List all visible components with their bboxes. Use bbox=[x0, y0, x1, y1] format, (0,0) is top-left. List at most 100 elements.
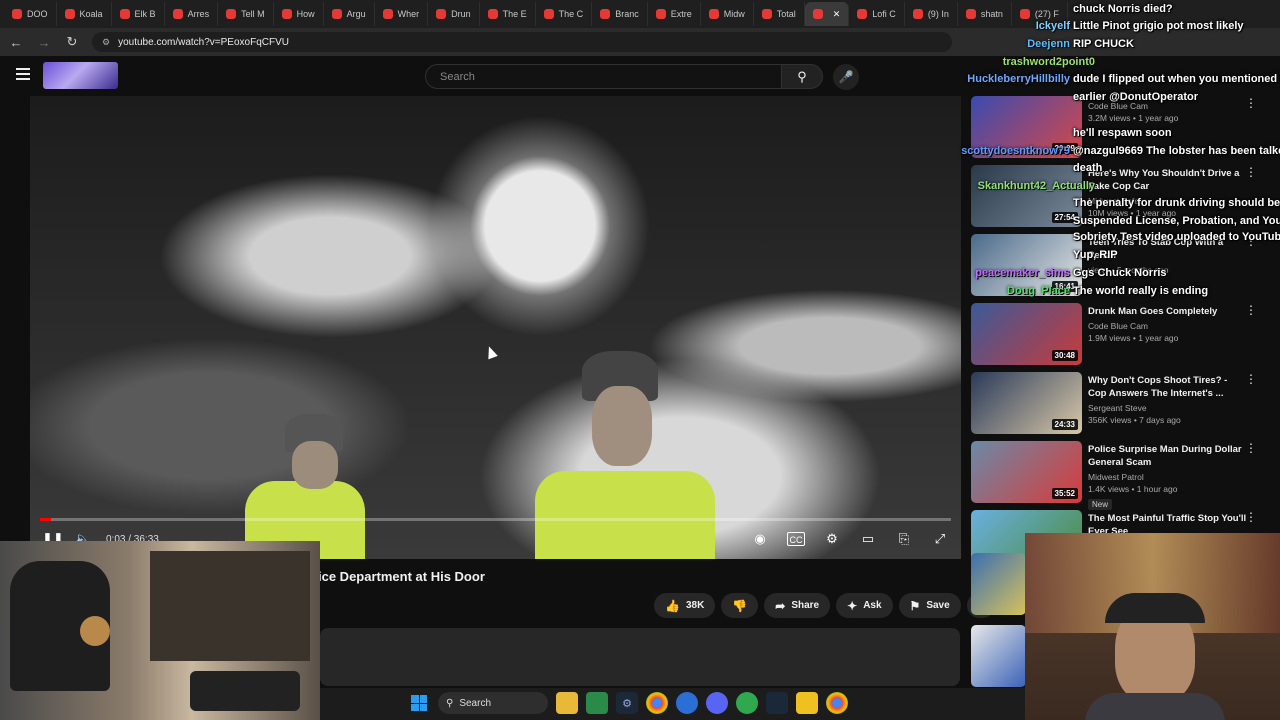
browser-tab[interactable]: Branc bbox=[592, 2, 648, 26]
tab-favicon-icon bbox=[487, 9, 498, 19]
recommendation-channel: Code Blue Cam bbox=[1088, 321, 1149, 331]
steam-icon-2[interactable] bbox=[766, 692, 788, 714]
chat-username: trashword2point0 bbox=[1002, 56, 1095, 68]
url-field[interactable]: ⚙ youtube.com/watch?v=PEoxoFqCFVU bbox=[92, 32, 952, 52]
tab-label: Argu bbox=[346, 9, 366, 19]
save-button[interactable]: ⚑ Save bbox=[898, 593, 961, 618]
chat-message: he'll respawn soon bbox=[1073, 127, 1172, 139]
tab-favicon-icon bbox=[912, 9, 923, 19]
tab-label: DOO bbox=[27, 9, 48, 19]
chat-message: death bbox=[1073, 162, 1103, 174]
chrome-icon-2[interactable] bbox=[826, 692, 848, 714]
tab-favicon-icon bbox=[543, 9, 554, 19]
browser-tab[interactable]: The C bbox=[536, 2, 593, 26]
settings-icon[interactable]: ⚙ bbox=[823, 530, 841, 548]
more-vertical-icon[interactable]: ⋮ bbox=[1245, 441, 1257, 455]
captions-icon[interactable]: CC bbox=[787, 532, 805, 546]
ask-label: Ask bbox=[863, 600, 882, 611]
windows-start-icon[interactable] bbox=[408, 692, 430, 714]
chat-message: earlier @DonutOperator bbox=[1073, 91, 1199, 103]
tab-favicon-icon bbox=[436, 9, 447, 19]
browser-tab[interactable]: Koala bbox=[57, 2, 112, 26]
reload-icon[interactable]: ↻ bbox=[64, 34, 80, 50]
browser-tab[interactable]: Total bbox=[754, 2, 805, 26]
search-button[interactable]: ⚲ bbox=[781, 64, 823, 89]
forward-icon[interactable]: → bbox=[36, 35, 52, 50]
chat-username: peacemaker_sims bbox=[975, 267, 1070, 279]
channel-logo[interactable] bbox=[43, 62, 118, 89]
browser-tab[interactable]: The E bbox=[480, 2, 536, 26]
share-button[interactable]: ➦ Share bbox=[764, 593, 831, 618]
app-icon-blue[interactable] bbox=[676, 692, 698, 714]
cast-icon[interactable]: ⎘ bbox=[895, 530, 913, 548]
dislike-button[interactable]: 👎 bbox=[721, 593, 759, 618]
terminal-icon[interactable] bbox=[586, 692, 608, 714]
site-info-icon[interactable]: ⚙ bbox=[102, 37, 110, 48]
recommendation-meta: 1.9M views • 1 year ago bbox=[1088, 333, 1179, 343]
recommendation-item[interactable]: 24:33 Why Don't Cops Shoot Tires? - Cop A… bbox=[971, 372, 1271, 434]
chat-message: Sobriety Test video uploaded to YouTube bbox=[1073, 231, 1280, 243]
recommendation-item[interactable]: 35:52 Police Surprise Man During Dollar G… bbox=[971, 441, 1271, 510]
file-explorer-icon[interactable] bbox=[556, 692, 578, 714]
fullscreen-icon[interactable]: ⤢ bbox=[931, 530, 949, 548]
video-title: ice Department at His Door bbox=[318, 569, 485, 584]
browser-tab[interactable]: Arres bbox=[165, 2, 219, 26]
video-duration: 30:48 bbox=[1051, 350, 1078, 361]
recommendation-item[interactable]: 30:48 Drunk Man Goes Completely Code Blue … bbox=[971, 303, 1271, 365]
recommendation-meta: 1.4K views • 1 hour ago bbox=[1088, 484, 1178, 494]
browser-tab[interactable]: Tell M bbox=[218, 2, 274, 26]
theater-mode-icon[interactable]: ▭ bbox=[859, 530, 877, 548]
more-vertical-icon[interactable]: ⋮ bbox=[1245, 510, 1257, 524]
chrome-icon[interactable] bbox=[646, 692, 668, 714]
microphone-icon: 🎤 bbox=[838, 70, 854, 84]
back-icon[interactable]: ← bbox=[8, 35, 24, 50]
tab-favicon-icon bbox=[64, 9, 75, 19]
tab-label: Total bbox=[776, 9, 796, 19]
tab-favicon-icon bbox=[119, 9, 130, 19]
browser-tab[interactable]: Elk B bbox=[112, 2, 165, 26]
browser-tab[interactable]: Drun bbox=[428, 2, 480, 26]
recommendation-thumbnail[interactable]: 35:52 bbox=[971, 441, 1082, 503]
recommendation-thumbnail[interactable]: 24:33 bbox=[971, 372, 1082, 434]
browser-tab[interactable]: DOO bbox=[4, 2, 57, 26]
autoplay-toggle-icon[interactable]: ◉ bbox=[751, 530, 769, 548]
close-tab-icon[interactable]: ✕ bbox=[833, 9, 841, 20]
stream-chat-overlay: chuck Norris died? Ickyelf Little Pinot gr… bbox=[950, 0, 1280, 300]
tab-label: The C bbox=[558, 9, 584, 19]
browser-tab[interactable]: ✕ bbox=[804, 2, 850, 26]
taskbar-search[interactable]: ⚲ Search bbox=[438, 692, 548, 714]
video-progress-bar[interactable] bbox=[40, 518, 951, 521]
app-icon-green[interactable] bbox=[736, 692, 758, 714]
more-vertical-icon[interactable]: ⋮ bbox=[1245, 303, 1257, 317]
app-icon-yellow[interactable] bbox=[796, 692, 818, 714]
recommendation-thumbnail-partial[interactable] bbox=[971, 553, 1026, 615]
tab-label: Branc bbox=[615, 9, 639, 19]
menu-icon[interactable] bbox=[16, 68, 30, 80]
tab-favicon-icon bbox=[600, 9, 611, 19]
discord-icon[interactable] bbox=[706, 692, 728, 714]
ask-button[interactable]: ✦ Ask bbox=[836, 593, 893, 618]
browser-tab[interactable]: Midw bbox=[701, 2, 754, 26]
sparkle-icon: ✦ bbox=[847, 598, 858, 613]
recommendation-thumbnail-partial[interactable] bbox=[971, 625, 1026, 687]
browser-tab[interactable]: Lofi C bbox=[849, 2, 905, 26]
recommendation-info: Drunk Man Goes Completely Code Blue Cam 1.… bbox=[1088, 305, 1248, 343]
browser-tab[interactable]: How bbox=[274, 2, 324, 26]
taskbar-search-label: Search bbox=[459, 697, 492, 709]
browser-tab[interactable]: Wher bbox=[375, 2, 429, 26]
recommendation-thumbnail[interactable]: 30:48 bbox=[971, 303, 1082, 365]
description-box[interactable] bbox=[320, 628, 960, 686]
more-vertical-icon[interactable]: ⋮ bbox=[1245, 372, 1257, 386]
browser-tab[interactable]: Extre bbox=[648, 2, 701, 26]
search-input[interactable]: Search bbox=[425, 64, 782, 89]
robot-tank bbox=[190, 671, 300, 711]
browser-tab[interactable]: Argu bbox=[324, 2, 375, 26]
tab-favicon-icon bbox=[857, 9, 868, 19]
voice-search-button[interactable]: 🎤 bbox=[833, 64, 859, 90]
steam-icon[interactable]: ⚙ bbox=[616, 692, 638, 714]
tab-label: Arres bbox=[187, 9, 210, 19]
mouse-cursor-icon bbox=[484, 344, 498, 360]
like-button[interactable]: 👍 38K bbox=[654, 593, 716, 618]
chat-message: @nazgul9669 The lobster has been talke bbox=[1073, 145, 1280, 157]
video-player[interactable]: ❚❚ 🔈 0:03 / 36:33 ◉ CC ⚙ ▭ ⎘ ⤢ bbox=[30, 96, 961, 559]
